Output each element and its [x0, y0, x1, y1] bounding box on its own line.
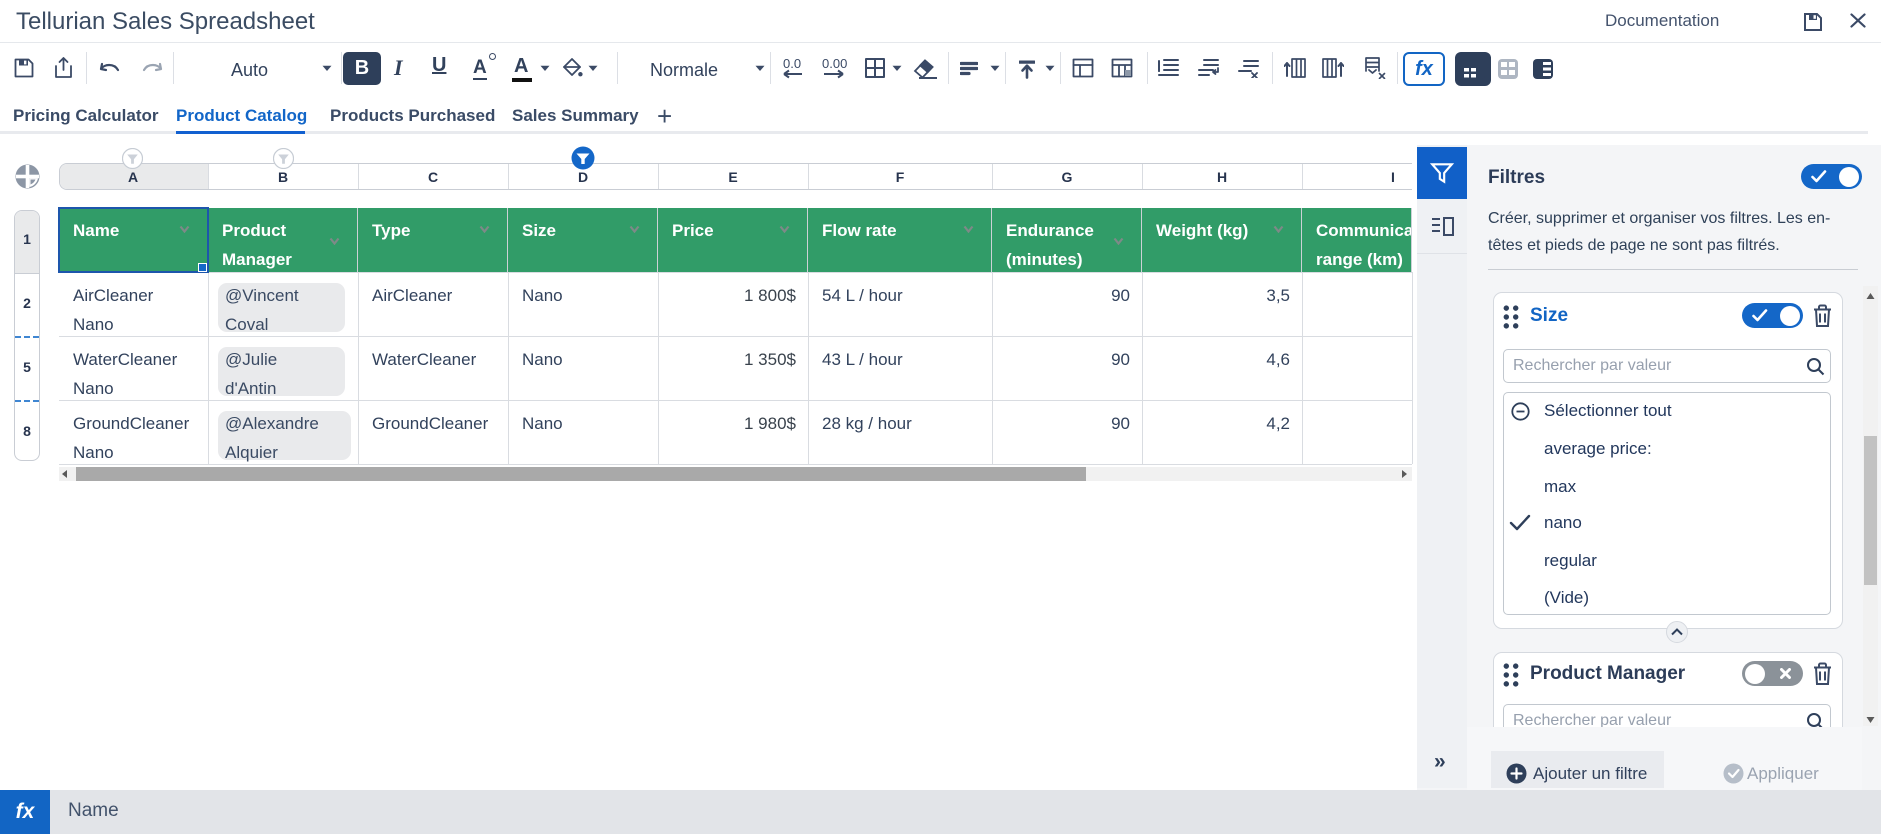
- svg-text:0.00: 0.00: [822, 57, 847, 71]
- svg-text:0.0: 0.0: [783, 57, 801, 71]
